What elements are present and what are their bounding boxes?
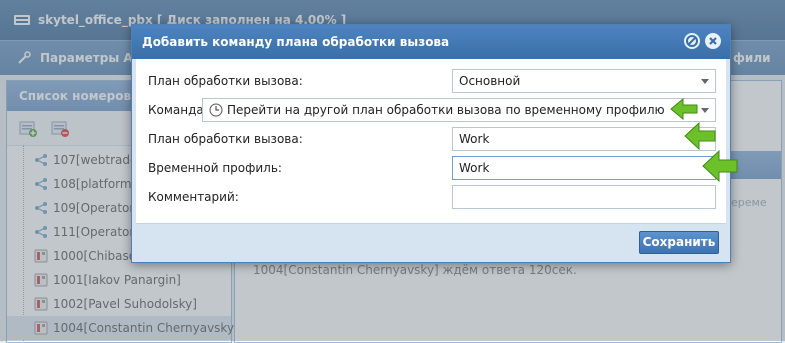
chevron-down-icon bbox=[701, 108, 709, 113]
green-arrow-icon bbox=[702, 149, 738, 183]
plan-select[interactable]: Основной bbox=[452, 69, 716, 93]
command-select[interactable]: Перейти на другой план обработки вызова … bbox=[202, 98, 716, 122]
dialog-header: Добавить команду плана обработки вызова bbox=[132, 25, 730, 59]
close-button[interactable] bbox=[705, 33, 721, 49]
command-label: Команда: bbox=[148, 103, 208, 117]
command-select-value: Перейти на другой план обработки вызова … bbox=[227, 103, 665, 117]
plan-select-value: Основной bbox=[459, 74, 521, 88]
chevron-down-icon bbox=[701, 79, 709, 84]
green-arrow-icon bbox=[670, 97, 698, 121]
comment-input[interactable] bbox=[452, 185, 716, 209]
target-plan-select[interactable]: Work bbox=[452, 127, 716, 151]
time-profile-select[interactable]: Work bbox=[452, 156, 716, 180]
time-profile-label: Временной профиль: bbox=[148, 161, 282, 175]
help-button[interactable] bbox=[684, 33, 700, 49]
target-plan-value: Work bbox=[459, 132, 490, 146]
clock-icon bbox=[209, 103, 223, 117]
plan-label: План обработки вызова: bbox=[148, 74, 303, 88]
add-command-dialog: Добавить команду плана обработки вызова … bbox=[131, 24, 738, 263]
dialog-title: Добавить команду плана обработки вызова bbox=[142, 35, 450, 49]
target-plan-label: План обработки вызова: bbox=[148, 132, 303, 146]
save-button[interactable]: Сохранить bbox=[639, 231, 719, 254]
time-profile-value: Work bbox=[459, 161, 490, 175]
green-arrow-icon bbox=[684, 121, 716, 151]
help-icon bbox=[686, 35, 698, 47]
comment-label: Комментарий: bbox=[148, 190, 239, 204]
close-icon bbox=[709, 37, 717, 45]
dialog-form: План обработки вызова: Основной Команда:… bbox=[136, 59, 738, 224]
